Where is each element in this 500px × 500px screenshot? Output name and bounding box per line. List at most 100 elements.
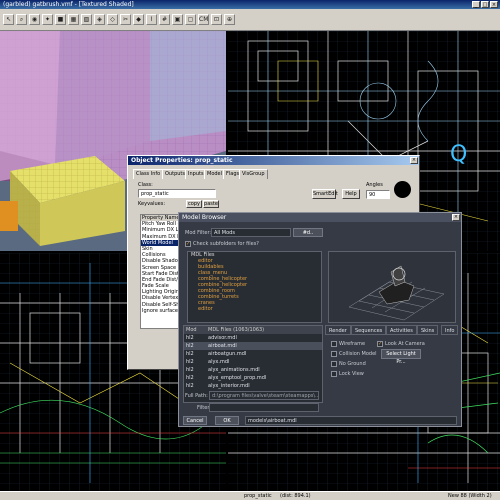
file-list-row[interactable]: hl2 airboatgun.mdl — [184, 350, 322, 358]
file-row-name: airboatgun.mdl — [208, 351, 247, 357]
property-row[interactable]: Start Fade Dist/Pixels — [141, 271, 181, 277]
collision-model-checkbox[interactable] — [331, 351, 337, 357]
file-list-row[interactable]: hl2 airboat.mdl — [184, 342, 322, 350]
angles-input[interactable]: 90 — [366, 190, 390, 199]
property-row[interactable]: Ignore surface normal — [141, 308, 181, 314]
full-path-label: Full Path: — [185, 393, 208, 399]
tab-activities[interactable]: Activities — [386, 325, 417, 335]
class-select[interactable]: prop_static — [138, 189, 216, 198]
check-subfolders-checkbox[interactable]: ✓ — [185, 241, 191, 247]
folder-tree[interactable]: MDL Files editor buildables class_menu combi… — [187, 251, 322, 323]
grid-icon[interactable]: # — [159, 14, 170, 25]
object-properties-close-button[interactable]: × — [410, 157, 418, 164]
window-title-bar: (garbled) gatbrush.vmf - [Textured Shade… — [0, 0, 500, 9]
collision-model-label: Collision Model — [339, 351, 377, 357]
tab-visgroup[interactable]: VisGroup — [239, 169, 268, 179]
filter-input[interactable] — [209, 403, 319, 412]
vertex-tool-icon[interactable]: ◆ — [133, 14, 144, 25]
arrow-tool-icon[interactable]: ↖ — [3, 14, 14, 25]
camera-icon[interactable]: ◉ — [29, 14, 40, 25]
paste-button[interactable]: paste — [203, 200, 219, 208]
magnify-icon[interactable]: ⌕ — [16, 14, 27, 25]
model-browser-title: Model Browser — [179, 213, 461, 222]
minimize-button[interactable]: _ — [472, 1, 480, 8]
zoom-icon[interactable]: ⊕ — [224, 14, 235, 25]
file-row-name: alyx_animations.mdl — [208, 367, 260, 373]
mod-filter-extra-button[interactable]: #d.. — [293, 228, 323, 237]
close-button[interactable]: × — [490, 1, 498, 8]
path-tool-icon[interactable]: ⌇ — [146, 14, 157, 25]
file-list-row[interactable]: hl2 alyx.mdl — [184, 358, 322, 366]
file-row-name: advisor.mdl — [208, 335, 237, 341]
entity-tool-icon[interactable]: ✦ — [42, 14, 53, 25]
group-icon[interactable]: ▣ — [172, 14, 183, 25]
model-browser-close-button[interactable]: × — [452, 214, 460, 221]
help-button[interactable]: Help — [342, 189, 360, 199]
clip-tool-icon[interactable]: ✂ — [120, 14, 131, 25]
look-at-camera-checkbox[interactable]: ✓ — [377, 341, 383, 347]
look-at-camera-label: Look At Camera — [385, 341, 425, 347]
property-row[interactable]: Screen Space Fade — [141, 265, 181, 271]
cancel-button[interactable]: Cancel — [183, 416, 207, 425]
texture-tool-icon[interactable]: ▦ — [68, 14, 79, 25]
lock-view-label: Lock View — [339, 371, 364, 377]
maximize-button[interactable]: □ — [481, 1, 489, 8]
model-preview[interactable] — [328, 251, 456, 323]
col-mod-header[interactable]: Mod — [184, 326, 208, 334]
property-table[interactable]: Property NamePitch Yaw Roll (Y Z X)Minim… — [140, 214, 182, 329]
texture-lock-icon[interactable]: ⊡ — [211, 14, 222, 25]
status-coords: (dist: 894.1) — [280, 493, 311, 499]
file-row-mod: hl2 — [186, 367, 194, 373]
cm-icon[interactable]: CM — [198, 14, 209, 25]
file-row-mod: hl2 — [186, 351, 194, 357]
tab-render[interactable]: Render — [325, 325, 351, 335]
decal-tool-icon[interactable]: ◈ — [94, 14, 105, 25]
window-title: (garbled) gatbrush.vmf - [Textured Shade… — [3, 1, 134, 8]
file-row-name: airboat.mdl — [208, 343, 237, 349]
wireframe-label: Wireframe — [339, 341, 366, 347]
file-row-mod: hl2 — [186, 383, 194, 389]
tab-class-info[interactable]: Class Info — [133, 169, 164, 179]
property-row[interactable]: Disable Self-Shadowing — [141, 302, 181, 308]
select-light-button[interactable]: Select Light Pr... — [381, 349, 421, 365]
mod-filter-select[interactable]: All Mods — [211, 228, 291, 237]
status-grid: New 88 (Width 2) — [448, 493, 492, 499]
file-list-row[interactable]: hl2 advisor.mdl — [184, 334, 322, 342]
ok-button[interactable]: OK — [215, 416, 239, 425]
file-row-mod: hl2 — [186, 375, 194, 381]
copy-button[interactable]: copy — [186, 200, 202, 208]
block-tool-icon[interactable]: ■ — [55, 14, 66, 25]
property-row[interactable]: Disable Shadows — [141, 258, 181, 264]
mod-filter-label: Mod Filter: — [185, 230, 212, 236]
selected-model-field[interactable]: models\airboat.mdl — [245, 416, 457, 425]
cordon-icon[interactable]: ▢ — [185, 14, 196, 25]
smartedit-button[interactable]: SmartEdit — [312, 189, 338, 199]
lock-view-checkbox[interactable] — [331, 371, 337, 377]
file-list-row[interactable]: hl2 alyx_animations.mdl — [184, 366, 322, 374]
file-row-name: alyx_emptool_prop.mdl — [208, 375, 267, 381]
tab-model[interactable]: Model — [204, 169, 226, 179]
overlay-tool-icon[interactable]: ◇ — [107, 14, 118, 25]
no-ground-label: No Ground — [339, 361, 366, 367]
file-list-row[interactable]: hl2 alyx_interior.mdl — [184, 382, 322, 390]
property-row[interactable]: Disable Vertex lighting — [141, 295, 181, 301]
angle-dial[interactable] — [394, 181, 411, 198]
property-row[interactable]: Minimum DX Level — [141, 227, 181, 233]
apply-texture-icon[interactable]: ▧ — [81, 14, 92, 25]
tree-item[interactable]: editor — [188, 306, 321, 312]
class-label: Class: — [138, 182, 153, 188]
window-controls: _ □ × — [471, 1, 498, 8]
full-path-field[interactable]: d:\program files\valve\steam\steamapps\.… — [209, 391, 319, 400]
wireframe-checkbox[interactable] — [331, 341, 337, 347]
col-file-header[interactable]: MDL Files (1063/1063) — [208, 327, 264, 333]
tab-sequences[interactable]: Sequences — [351, 325, 387, 335]
file-list-row[interactable]: hl2 alyx_emptool_prop.mdl — [184, 374, 322, 382]
tab-info[interactable]: Info — [441, 325, 459, 335]
no-ground-checkbox[interactable] — [331, 361, 337, 367]
file-row-mod: hl2 — [186, 335, 194, 341]
airboat-preview — [348, 265, 445, 321]
object-properties-title: Object Properties: prop_static — [128, 156, 419, 165]
tab-skins[interactable]: Skins — [417, 325, 439, 335]
property-row[interactable]: Maximum DX Level — [141, 234, 181, 240]
file-row-mod: hl2 — [186, 359, 194, 365]
